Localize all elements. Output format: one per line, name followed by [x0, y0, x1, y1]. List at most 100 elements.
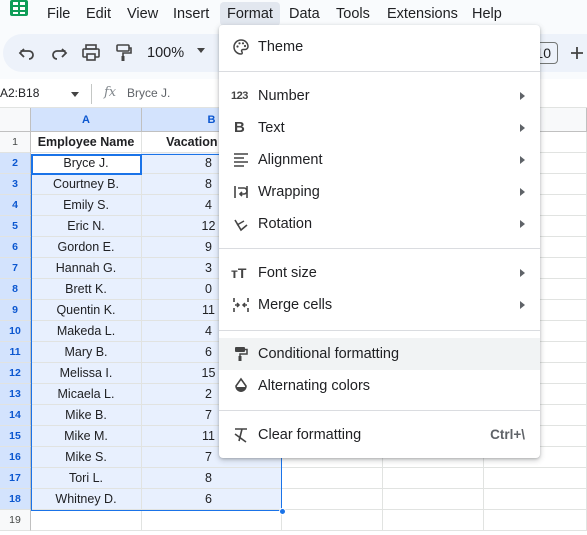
table-cell[interactable]: Hannah G.: [31, 258, 142, 279]
align-icon: [234, 153, 248, 167]
menu-tools[interactable]: Tools: [329, 2, 377, 26]
table-cell[interactable]: [282, 510, 383, 531]
menu-format[interactable]: Format: [220, 2, 280, 26]
redo-icon[interactable]: [49, 43, 69, 63]
paint-format-icon[interactable]: [113, 43, 133, 63]
menu-data[interactable]: Data: [282, 2, 327, 26]
menu-insert[interactable]: Insert: [166, 2, 216, 26]
row-header[interactable]: 9: [0, 300, 31, 321]
table-cell[interactable]: Gordon E.: [31, 237, 142, 258]
row-header[interactable]: 11: [0, 342, 31, 363]
menu-item-number[interactable]: 123 Number: [219, 80, 540, 112]
submenu-arrow-icon: [520, 269, 525, 277]
undo-icon[interactable]: [17, 43, 37, 63]
table-cell[interactable]: Emily S.: [31, 195, 142, 216]
table-cell[interactable]: [484, 468, 587, 489]
table-cell[interactable]: [142, 510, 282, 531]
menu-item-theme[interactable]: Theme: [219, 31, 540, 63]
table-cell[interactable]: [31, 510, 142, 531]
submenu-arrow-icon: [520, 156, 525, 164]
row-header[interactable]: 7: [0, 258, 31, 279]
zoom-select[interactable]: 100%: [147, 43, 184, 63]
fill-handle[interactable]: [279, 508, 286, 515]
table-cell[interactable]: Mike S.: [31, 447, 142, 468]
menu-extensions[interactable]: Extensions: [380, 2, 465, 26]
row-header[interactable]: 3: [0, 174, 31, 195]
table-cell[interactable]: Bryce J.: [31, 153, 142, 174]
row-header[interactable]: 18: [0, 489, 31, 510]
table-cell[interactable]: Whitney D.: [31, 489, 142, 510]
plus-icon[interactable]: [568, 44, 586, 62]
table-cell[interactable]: Makeda L.: [31, 321, 142, 342]
table-cell[interactable]: [383, 489, 484, 510]
menu-item-label: Wrapping: [258, 184, 320, 200]
menu-item-font-size[interactable]: тT Font size: [219, 257, 540, 289]
row-header[interactable]: 16: [0, 447, 31, 468]
menu-item-alignment[interactable]: Alignment: [219, 144, 540, 176]
row-header[interactable]: 13: [0, 384, 31, 405]
chevron-down-icon[interactable]: [197, 48, 205, 53]
table-cell[interactable]: [383, 510, 484, 531]
palette-icon: [233, 39, 249, 55]
menu-item-label: Theme: [258, 39, 304, 55]
sheets-logo-icon[interactable]: [8, 0, 30, 18]
table-cell[interactable]: Eric N.: [31, 216, 142, 237]
formula-input[interactable]: Bryce J.: [127, 86, 170, 100]
row-header[interactable]: 19: [0, 510, 31, 531]
menu-edit[interactable]: Edit: [79, 2, 118, 26]
table-cell[interactable]: Courtney B.: [31, 174, 142, 195]
submenu-arrow-icon: [520, 188, 525, 196]
row-header[interactable]: 8: [0, 279, 31, 300]
table-cell[interactable]: Quentin K.: [31, 300, 142, 321]
rotation-icon: [234, 219, 248, 232]
table-cell[interactable]: 6: [142, 489, 282, 510]
menu-item-conditional-formatting[interactable]: Conditional formatting: [219, 338, 540, 370]
table-cell[interactable]: [484, 510, 587, 531]
table-cell[interactable]: [282, 468, 383, 489]
menu-file[interactable]: File: [40, 2, 77, 26]
row-header[interactable]: 1: [0, 132, 31, 153]
row-header[interactable]: 12: [0, 363, 31, 384]
menu-separator: [219, 71, 540, 72]
menu-item-merge-cells[interactable]: Merge cells: [219, 289, 540, 321]
submenu-arrow-icon: [520, 92, 525, 100]
menu-item-text[interactable]: B Text: [219, 112, 540, 144]
fx-icon: fx: [104, 85, 117, 100]
row-header[interactable]: 10: [0, 321, 31, 342]
table-cell[interactable]: Employee Name: [31, 132, 142, 153]
menu-item-rotation[interactable]: Rotation: [219, 208, 540, 240]
submenu-arrow-icon: [520, 301, 525, 309]
menu-help[interactable]: Help: [465, 2, 509, 26]
table-cell[interactable]: Melissa I.: [31, 363, 142, 384]
row-header[interactable]: 14: [0, 405, 31, 426]
menu-item-wrapping[interactable]: Wrapping: [219, 176, 540, 208]
row-header[interactable]: 17: [0, 468, 31, 489]
table-cell[interactable]: Micaela L.: [31, 384, 142, 405]
menu-item-clear-formatting[interactable]: Clear formatting Ctrl+\: [219, 419, 540, 451]
name-box[interactable]: A2:B18: [0, 86, 39, 100]
table-cell[interactable]: Mary B.: [31, 342, 142, 363]
table-cell[interactable]: [484, 489, 587, 510]
table-cell[interactable]: Tori L.: [31, 468, 142, 489]
menu-item-label: Font size: [258, 265, 317, 281]
column-header-a[interactable]: A: [31, 108, 142, 132]
menu-item-alternating-colors[interactable]: Alternating colors: [219, 370, 540, 402]
clear-format-icon: [234, 428, 247, 443]
table-cell[interactable]: Mike B.: [31, 405, 142, 426]
print-icon[interactable]: [81, 43, 101, 63]
table-cell[interactable]: Mike M.: [31, 426, 142, 447]
table-cell[interactable]: [383, 468, 484, 489]
row-header[interactable]: 4: [0, 195, 31, 216]
row-header[interactable]: 2: [0, 153, 31, 174]
row-header[interactable]: 15: [0, 426, 31, 447]
table-cell[interactable]: Brett K.: [31, 279, 142, 300]
table-cell[interactable]: 8: [142, 468, 282, 489]
row-header[interactable]: 5: [0, 216, 31, 237]
select-all-corner[interactable]: [0, 108, 31, 132]
table-cell[interactable]: [282, 489, 383, 510]
row-header[interactable]: 6: [0, 237, 31, 258]
menu-view[interactable]: View: [120, 2, 165, 26]
chevron-down-icon[interactable]: [71, 92, 79, 97]
sheets-app: File Edit View Insert Format Data Tools …: [0, 0, 587, 535]
menu-separator: [219, 330, 540, 331]
